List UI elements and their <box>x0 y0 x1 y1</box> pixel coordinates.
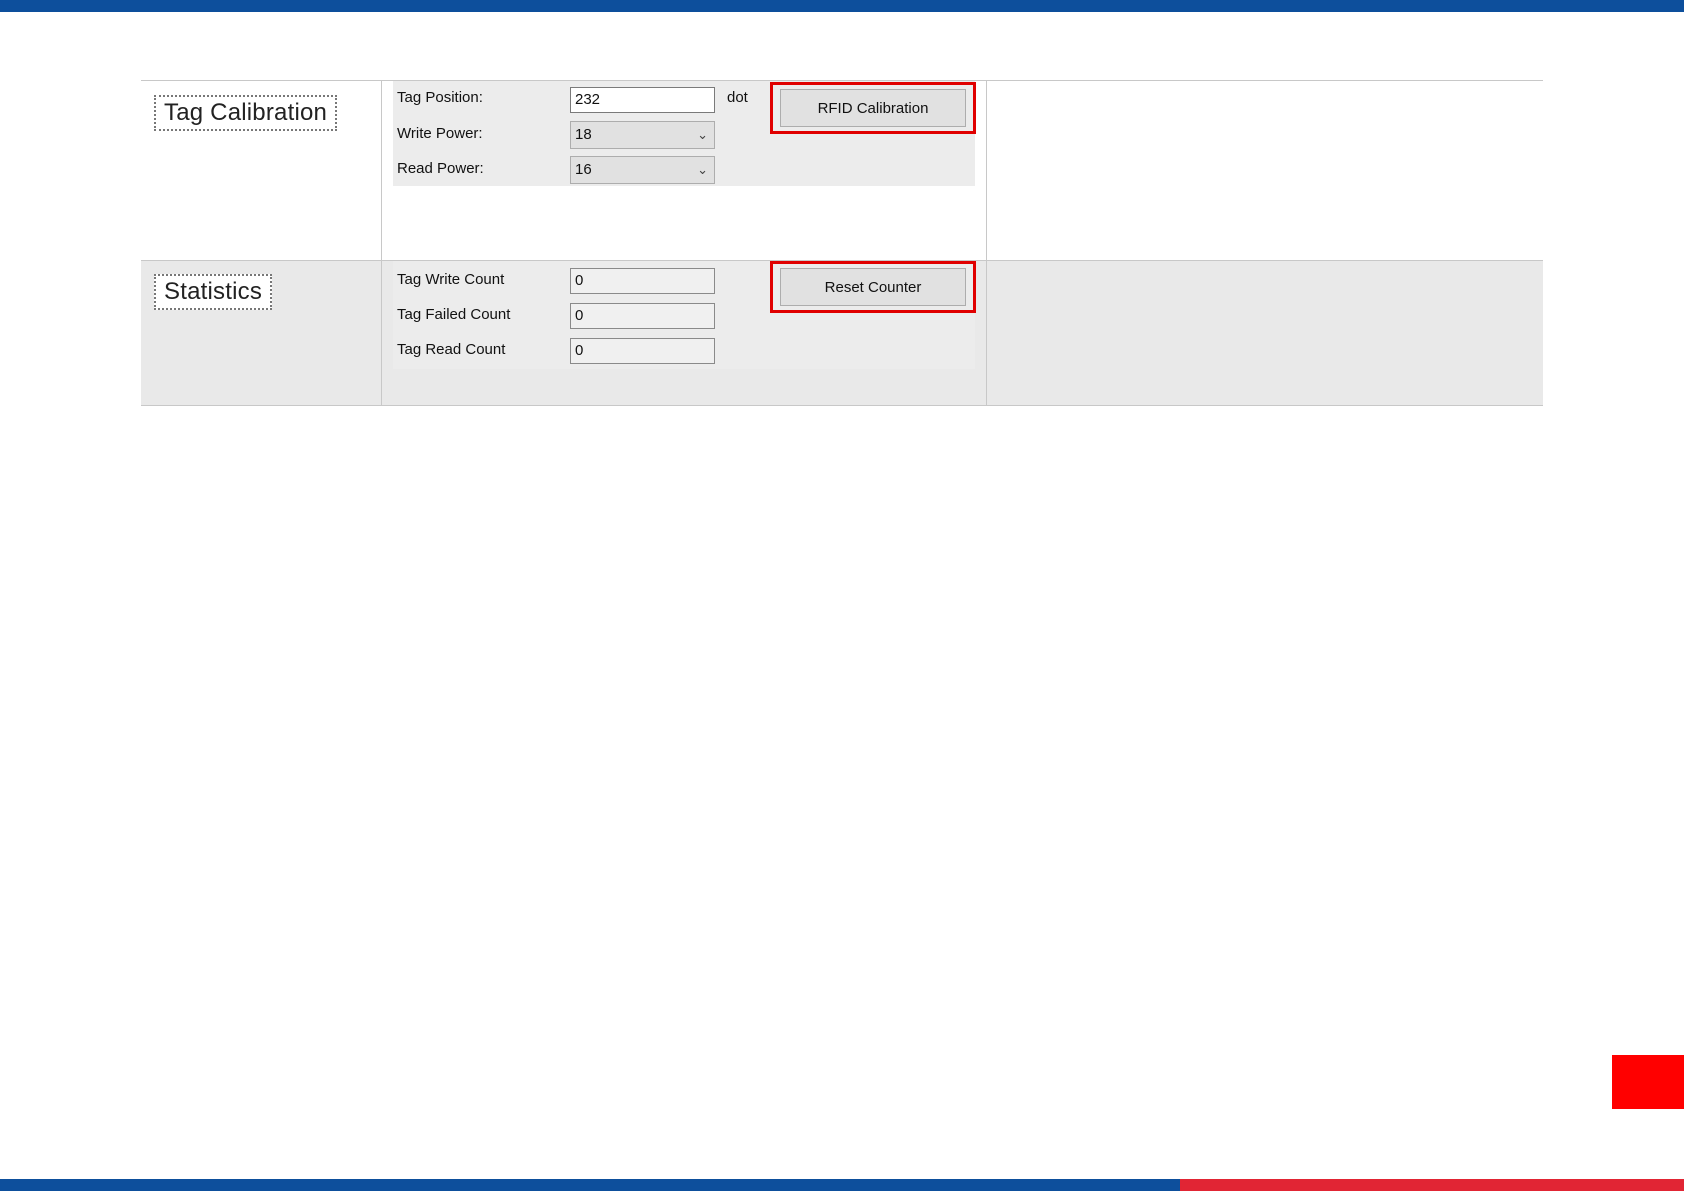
write-power-value: 18 <box>575 126 592 143</box>
tag-calibration-title: Tag Calibration <box>154 95 338 131</box>
read-power-label: Read Power: <box>397 160 484 177</box>
header-stripe <box>0 0 1684 12</box>
reset-counter-highlight: Reset Counter <box>770 261 976 313</box>
tag-failed-count-field: 0 <box>570 303 715 329</box>
read-power-value: 16 <box>575 161 592 178</box>
tag-write-count-label: Tag Write Count <box>397 271 505 288</box>
tag-failed-count-label: Tag Failed Count <box>397 306 511 323</box>
page-tab-marker <box>1612 1055 1684 1109</box>
column-divider <box>381 81 382 260</box>
reset-counter-button[interactable]: Reset Counter <box>780 268 966 306</box>
column-divider <box>986 261 987 405</box>
chevron-down-icon: ⌄ <box>697 127 708 142</box>
statistics-row: Statistics Tag Write Count 0 Tag Failed … <box>141 260 1543 406</box>
read-power-select[interactable]: 16 ⌄ <box>570 156 715 184</box>
rfid-calibration-highlight: RFID Calibration <box>770 82 976 134</box>
statistics-title: Statistics <box>154 274 273 310</box>
tag-position-input[interactable]: 232 <box>570 87 715 113</box>
rfid-calibration-button[interactable]: RFID Calibration <box>780 89 966 127</box>
footer-stripe-red <box>1180 1179 1684 1191</box>
tag-calibration-row: Tag Calibration Tag Position: 232 dot Wr… <box>141 80 1543 260</box>
footer-stripe-blue <box>0 1179 1180 1191</box>
column-divider <box>381 261 382 405</box>
chevron-down-icon: ⌄ <box>697 162 708 177</box>
tag-write-count-field: 0 <box>570 268 715 294</box>
tag-position-label: Tag Position: <box>397 89 483 106</box>
write-power-select[interactable]: 18 ⌄ <box>570 121 715 149</box>
write-power-label: Write Power: <box>397 125 483 142</box>
tag-read-count-label: Tag Read Count <box>397 341 506 358</box>
tag-position-unit: dot <box>727 89 748 106</box>
tag-read-count-field: 0 <box>570 338 715 364</box>
column-divider <box>986 81 987 260</box>
